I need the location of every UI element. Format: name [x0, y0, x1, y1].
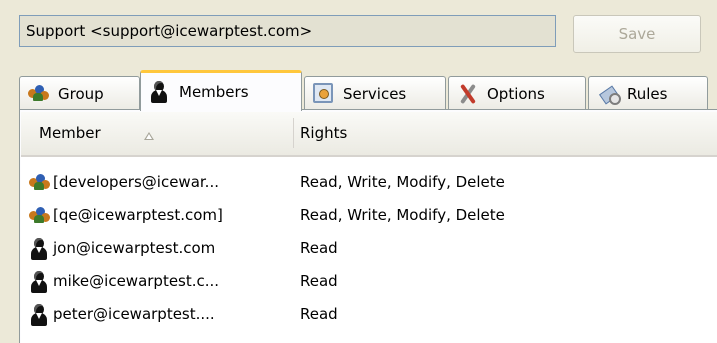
member-rights: Read — [300, 305, 338, 323]
person-icon — [149, 81, 171, 103]
person-icon — [29, 271, 49, 293]
tab-options[interactable]: Options — [448, 76, 586, 110]
tab-services[interactable]: Services — [304, 76, 446, 110]
options-icon — [457, 83, 479, 105]
tab-label: Options — [487, 84, 545, 103]
sort-ascending-icon — [144, 132, 154, 140]
member-rights: Read — [300, 272, 338, 290]
tab-group[interactable]: Group — [19, 76, 140, 110]
member-name: mike@icewarptest.c... — [53, 272, 220, 290]
member-name: [developers@icewar... — [53, 173, 219, 191]
column-divider[interactable] — [293, 118, 294, 148]
column-header-member[interactable]: Member — [39, 124, 101, 142]
member-rights: Read — [300, 239, 338, 257]
member-rights: Read, Write, Modify, Delete — [300, 206, 505, 224]
tab-label: Rules — [627, 84, 668, 103]
column-header-rights[interactable]: Rights — [300, 124, 347, 142]
member-name: [qe@icewarptest.com] — [53, 206, 223, 224]
table-row[interactable]: jon@icewarptest.com Read — [21, 233, 717, 265]
group-icon — [29, 205, 50, 227]
member-rights: Read, Write, Modify, Delete — [300, 173, 505, 191]
group-icon — [29, 172, 50, 194]
member-name: peter@icewarptest.... — [53, 305, 215, 323]
list-header: Member Rights — [21, 112, 717, 157]
services-icon — [313, 82, 335, 105]
save-button[interactable]: Save — [573, 15, 701, 53]
table-row[interactable]: mike@icewarptest.c... Read — [21, 266, 717, 298]
tab-label: Services — [343, 84, 407, 103]
group-icon — [28, 83, 50, 105]
tab-members[interactable]: Members — [140, 70, 302, 111]
member-name: jon@icewarptest.com — [53, 239, 216, 257]
account-field[interactable]: Support <support@icewarptest.com> — [19, 15, 556, 47]
tab-label: Group — [58, 84, 104, 103]
members-panel: Member Rights [developers@icewar... Read… — [19, 109, 717, 343]
person-icon — [29, 238, 49, 260]
rules-icon — [597, 83, 621, 105]
members-list[interactable]: Member Rights [developers@icewar... Read… — [21, 112, 717, 343]
table-row[interactable]: peter@icewarptest.... Read — [21, 299, 717, 331]
tab-label: Members — [179, 83, 249, 101]
person-icon — [29, 304, 49, 326]
tab-rules[interactable]: Rules — [588, 76, 708, 110]
table-row[interactable]: [developers@icewar... Read, Write, Modif… — [21, 167, 717, 199]
table-row[interactable]: [qe@icewarptest.com] Read, Write, Modify… — [21, 200, 717, 232]
